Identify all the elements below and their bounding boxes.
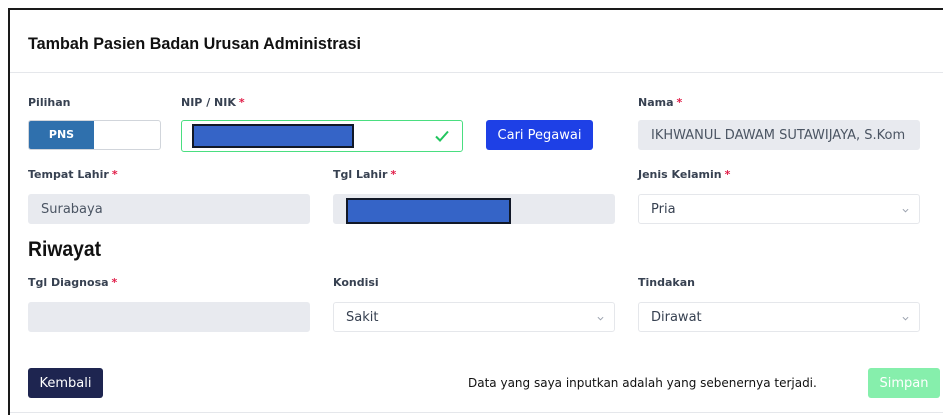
nip-input[interactable] (181, 120, 463, 152)
declaration-text: Data yang saya inputkan adalah yang sebe… (468, 376, 817, 390)
kondisi-value: Sakit (346, 310, 379, 325)
chevron-down-icon (902, 316, 909, 321)
nip-label-text: NIP / NIK (181, 96, 236, 109)
jenis-kelamin-value: Pria (651, 202, 676, 217)
riwayat-heading: Riwayat (28, 238, 102, 261)
tgl-diagnosa-label: Tgl Diagnosa * (28, 276, 117, 289)
tindakan-label: Tindakan (638, 276, 695, 289)
required-mark: * (724, 168, 731, 181)
nama-label-text: Nama (638, 96, 674, 109)
chevron-down-icon (597, 316, 604, 321)
tgl-lahir-field[interactable] (333, 194, 615, 224)
jenis-kelamin-label: Jenis Kelamin * (638, 168, 730, 181)
cari-pegawai-button[interactable]: Cari Pegawai (486, 120, 593, 150)
pilihan-toggle-active[interactable]: PNS (29, 121, 94, 149)
required-mark: * (111, 168, 118, 181)
jenis-kelamin-label-text: Jenis Kelamin (638, 168, 722, 181)
tgl-diagnosa-label-text: Tgl Diagnosa (28, 276, 109, 289)
pilihan-label-text: Pilihan (28, 96, 71, 109)
kondisi-select[interactable]: Sakit (333, 302, 615, 332)
jenis-kelamin-select[interactable]: Pria (638, 194, 920, 224)
tgl-diagnosa-field[interactable] (28, 302, 310, 332)
tindakan-label-text: Tindakan (638, 276, 695, 289)
required-mark: * (390, 168, 397, 181)
tindakan-value: Dirawat (651, 310, 702, 325)
tempat-lahir-label: Tempat Lahir * (28, 168, 118, 181)
required-mark: * (111, 276, 118, 289)
tempat-lahir-label-text: Tempat Lahir (28, 168, 109, 181)
simpan-button[interactable]: Simpan (868, 368, 940, 398)
kembali-button[interactable]: Kembali (28, 368, 103, 398)
check-icon (435, 130, 449, 142)
redaction-block (192, 124, 354, 148)
pilihan-label: Pilihan (28, 96, 70, 109)
nama-field[interactable]: IKHWANUL DAWAM SUTAWIJAYA, S.Kom (638, 120, 920, 150)
title-divider (10, 72, 943, 73)
nip-label: NIP / NIK * (181, 96, 245, 109)
footer-divider (10, 412, 943, 413)
tindakan-select[interactable]: Dirawat (638, 302, 920, 332)
pilihan-toggle[interactable]: PNS (28, 120, 161, 150)
nama-label: Nama * (638, 96, 682, 109)
tgl-lahir-label: Tgl Lahir * (333, 168, 396, 181)
required-mark: * (238, 96, 245, 109)
redaction-block (346, 198, 511, 224)
kondisi-label-text: Kondisi (333, 276, 379, 289)
tempat-lahir-field[interactable]: Surabaya (28, 194, 310, 224)
tgl-lahir-label-text: Tgl Lahir (333, 168, 388, 181)
chevron-down-icon (902, 208, 909, 213)
form-card: Tambah Pasien Badan Urusan Administrasi … (8, 8, 943, 415)
page-title: Tambah Pasien Badan Urusan Administrasi (28, 34, 361, 53)
kondisi-label: Kondisi (333, 276, 379, 289)
required-mark: * (676, 96, 683, 109)
